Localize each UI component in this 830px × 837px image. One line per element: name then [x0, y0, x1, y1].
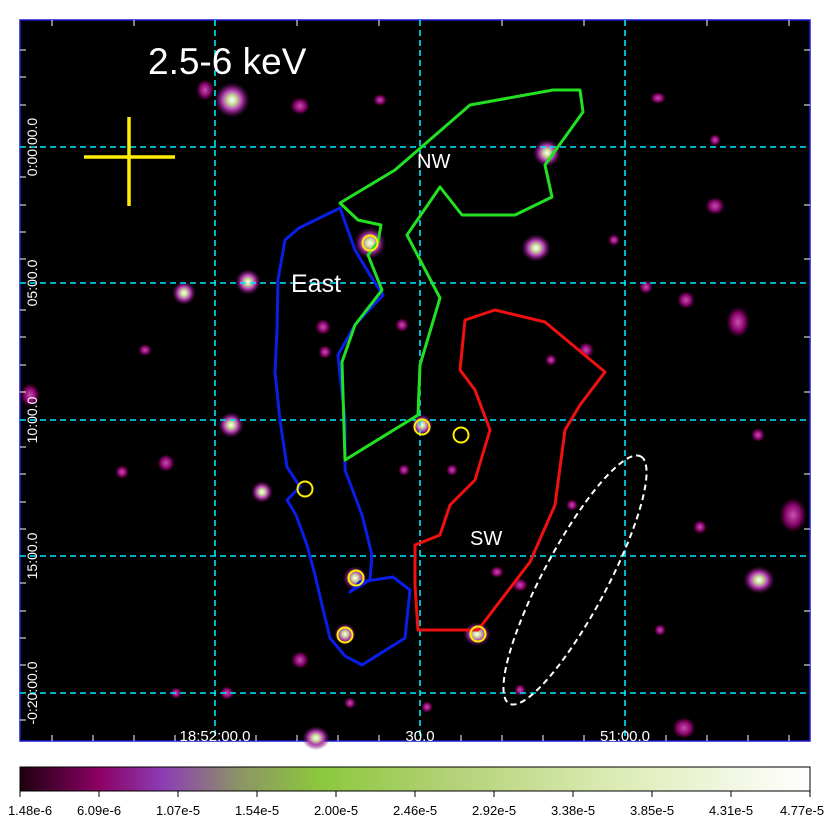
energy-band-label: 2.5-6 keV [148, 41, 307, 82]
colorbar-tick-label: 1.54e-5 [235, 803, 279, 818]
dec-tick-label: 15:00.0 [24, 532, 40, 579]
colorbar-tick-label: 1.48e-6 [8, 803, 52, 818]
sw-region-label: SW [470, 528, 502, 550]
colorbar-tick-label: 3.85e-5 [630, 803, 674, 818]
dec-tick-label: -0:20:00.0 [24, 661, 40, 724]
dec-tick-label: 0:00:00.0 [24, 118, 40, 177]
colorbar-tick-label: 2.46e-5 [393, 803, 437, 818]
colorbar-tick-label: 3.38e-5 [551, 803, 595, 818]
xray-image-figure: 2.5-6 keV East NW SW 18:52:00.0 30.0 51:… [8, 19, 824, 818]
colorbar-tick-label: 2.92e-5 [472, 803, 516, 818]
east-region-label: East [291, 270, 341, 298]
colorbar-tick-label: 4.31e-5 [709, 803, 753, 818]
ra-tick-label: 51:00.0 [600, 728, 650, 745]
colorbar-tick-label: 4.77e-5 [780, 803, 824, 818]
dec-tick-label: 10:00.0 [24, 396, 40, 443]
colorbar-labels: 1.48e-6 6.09e-6 1.07e-5 1.54e-5 2.00e-5 … [8, 803, 824, 818]
colorbar [19, 766, 811, 792]
colorbar-tick-label: 6.09e-6 [77, 803, 121, 818]
nw-region-label: NW [417, 151, 450, 173]
colorbar-ticks [19, 791, 811, 797]
colorbar-tick-label: 2.00e-5 [314, 803, 358, 818]
dec-tick-label: 05:00.0 [24, 259, 40, 306]
image-panel [19, 19, 811, 742]
colorbar-tick-label: 1.07e-5 [156, 803, 200, 818]
ra-tick-label: 30.0 [405, 728, 434, 745]
ra-tick-label: 18:52:00.0 [180, 728, 251, 745]
